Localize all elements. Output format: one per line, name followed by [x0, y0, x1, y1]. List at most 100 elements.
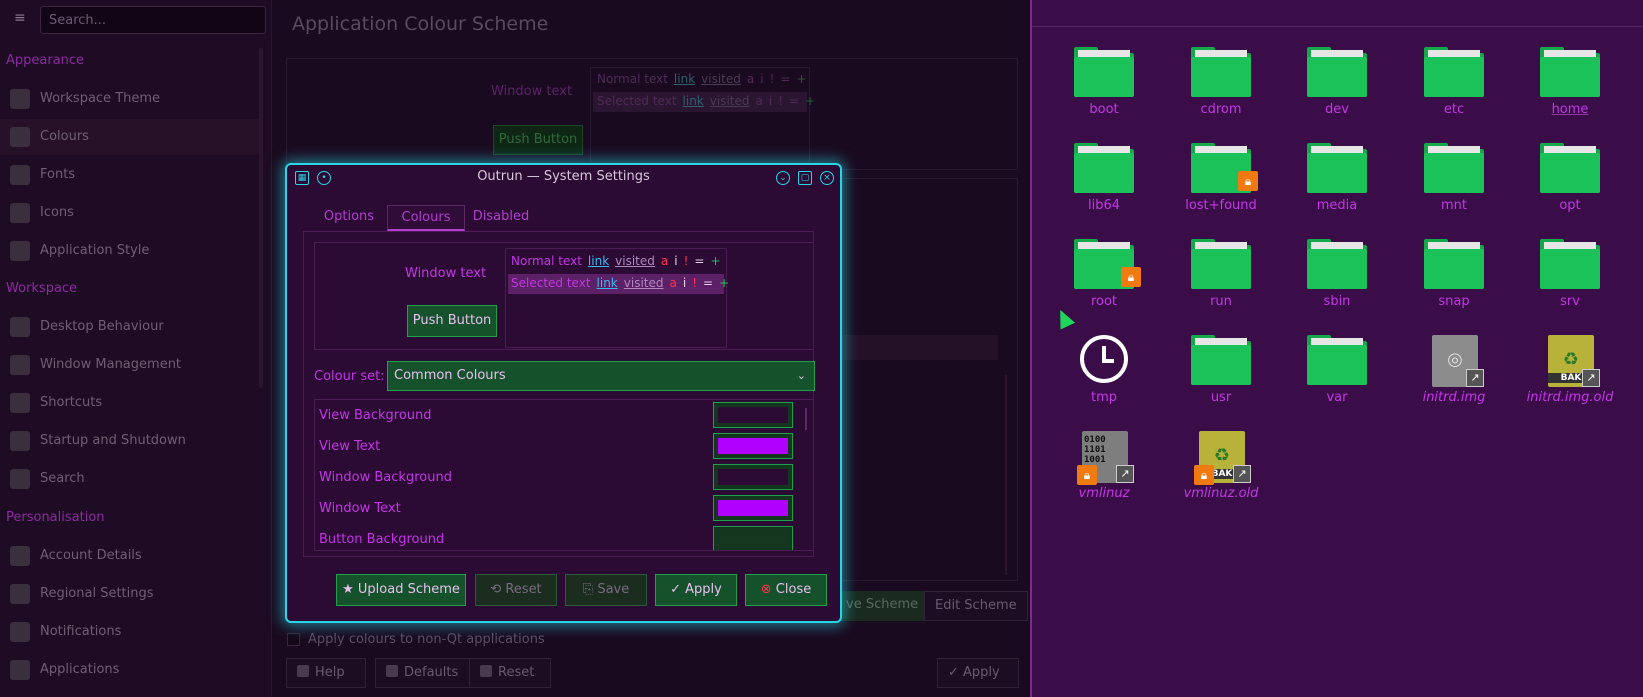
file-item-vmlinuz[interactable]: 0100 1101 1001 🔒︎ ↗ vmlinuz [1049, 427, 1159, 519]
file-item-usr[interactable]: usr [1166, 331, 1276, 423]
sidebar-item-fonts[interactable]: Fonts [0, 157, 262, 193]
file-item-tmp[interactable]: tmp [1049, 331, 1159, 423]
folder-icon [1307, 239, 1367, 289]
apply-button[interactable]: ✓ Apply [937, 658, 1019, 688]
file-item-snap[interactable]: snap [1399, 235, 1509, 327]
help-icon [297, 665, 309, 677]
apply-button[interactable]: ✓ Apply [655, 574, 737, 606]
file-item-lost-found[interactable]: 🔒︎ lost+found [1166, 139, 1276, 231]
folder-icon [1191, 47, 1251, 97]
sidebar-item-label: Workspace Theme [40, 91, 161, 106]
file-item-dev[interactable]: dev [1282, 43, 1392, 135]
sidebar-item-startup-and-shutdown[interactable]: Startup and Shutdown [0, 423, 262, 459]
file-item-media[interactable]: media [1282, 139, 1392, 231]
colour-set-dropdown[interactable]: Common Colours ⌄ [387, 361, 815, 391]
colour-list-scrollbar[interactable] [805, 408, 807, 430]
workspace-theme-icon [10, 89, 30, 109]
sidebar-item-application-style[interactable]: Application Style [0, 233, 262, 269]
file-item-var[interactable]: var [1282, 331, 1392, 423]
shortcuts-icon [10, 393, 30, 413]
sidebar-item-label: Regional Settings [40, 586, 154, 601]
file-item-srv[interactable]: srv [1515, 235, 1625, 327]
sidebar-item-regional-settings[interactable]: Regional Settings [0, 576, 262, 612]
file-item-label: run [1210, 294, 1232, 309]
sidebar-item-workspace-theme[interactable]: Workspace Theme [0, 81, 262, 117]
sidebar-scrollbar[interactable] [259, 48, 263, 388]
file-item-label: vmlinuz.old [1183, 486, 1259, 501]
apply-non-qt-checkbox[interactable] [287, 633, 300, 646]
reset-button[interactable]: ⟲ Reset [475, 574, 557, 606]
minimize-icon[interactable]: ⌄ [776, 171, 790, 185]
sidebar-item-search[interactable]: Search [0, 461, 262, 497]
file-item-boot[interactable]: boot [1049, 43, 1159, 135]
close-icon[interactable]: × [820, 171, 834, 185]
colour-swatch-button[interactable] [713, 433, 793, 459]
close-circle-icon: ⊗ [760, 582, 776, 597]
file-item-home[interactable]: home [1515, 43, 1625, 135]
push-button-preview[interactable]: Push Button [407, 305, 497, 337]
colour-swatch-button[interactable] [713, 526, 793, 550]
star-icon: ★ [342, 582, 358, 597]
sidebar-item-icons[interactable]: Icons [0, 195, 262, 231]
reset-icon [480, 665, 492, 677]
file-item-label: snap [1438, 294, 1470, 309]
file-item-sbin[interactable]: sbin [1282, 235, 1392, 327]
lock-icon: 🔒︎ [1077, 465, 1097, 485]
sidebar-item-notifications[interactable]: Notifications [0, 614, 262, 650]
edit-scheme-button[interactable]: Edit Scheme [924, 591, 1028, 621]
sidebar-item-shortcuts[interactable]: Shortcuts [0, 385, 262, 421]
file-item-opt[interactable]: opt [1515, 139, 1625, 231]
normal-text-row: Normal text link visited a i! = + [511, 254, 721, 268]
colour-swatch-button[interactable] [713, 464, 793, 490]
help-button[interactable]: Help [286, 658, 366, 688]
maximize-icon[interactable]: ▢ [798, 171, 812, 185]
globe-icon [10, 584, 30, 604]
sidebar-item-label: Applications [40, 662, 120, 677]
menu-icon[interactable]: ≡ [14, 11, 28, 25]
file-item-initrd-img[interactable]: ◎ ↗ initrd.img [1399, 331, 1509, 423]
colour-row: View Background [315, 400, 795, 431]
file-item-run[interactable]: run [1166, 235, 1276, 327]
file-item-label: boot [1089, 102, 1119, 117]
file-item-vmlinuz-old[interactable]: ♻ BAK 🔒︎ ↗ vmlinuz.old [1166, 427, 1276, 519]
search-input[interactable]: Search... [40, 6, 266, 34]
sidebar-item-applications[interactable]: Applications [0, 652, 262, 688]
fonts-icon [10, 165, 30, 185]
file-item-cdrom[interactable]: cdrom [1166, 43, 1276, 135]
file-item-etc[interactable]: etc [1399, 43, 1509, 135]
upload-scheme-button[interactable]: ★ Upload Scheme [336, 574, 466, 606]
colour-row: View Text [315, 431, 795, 462]
tab-colours[interactable]: Colours [387, 205, 465, 231]
sidebar-item-account-details[interactable]: Account Details [0, 538, 262, 574]
sidebar-item-label: Desktop Behaviour [40, 319, 164, 334]
sidebar-item-label: Application Style [40, 243, 150, 258]
tab-disabled[interactable]: Disabled [467, 205, 535, 231]
colour-swatch-button[interactable] [713, 495, 793, 521]
file-item-label: opt [1559, 198, 1581, 213]
defaults-button[interactable]: Defaults [375, 658, 470, 688]
list-scrollbar[interactable] [1005, 375, 1007, 575]
desktop: ≡ Search... Appearance Workspace Theme C… [0, 0, 1643, 697]
close-button[interactable]: ⊗ Close [745, 574, 827, 606]
file-item-lib64[interactable]: lib64 [1049, 139, 1159, 231]
folder-icon [1074, 47, 1134, 97]
push-button-preview[interactable]: Push Button [493, 125, 583, 155]
reset-button[interactable]: Reset [469, 658, 551, 688]
tab-options[interactable]: Options [315, 205, 383, 231]
file-manager: boot cdrom dev etc home lib64 🔒︎ lost+found medi… [1032, 0, 1643, 697]
file-item-label: media [1316, 198, 1358, 213]
save-button[interactable]: ⎘ Save [565, 574, 647, 606]
account-icon [10, 546, 30, 566]
save-scheme-button[interactable]: ve Scheme [836, 591, 929, 621]
clock-icon [1080, 335, 1128, 383]
file-item-mnt[interactable]: mnt [1399, 139, 1509, 231]
lock-icon: 🔒︎ [1238, 171, 1258, 191]
file-item-initrd-img-old[interactable]: ♻ BAK ↗ initrd.img.old [1515, 331, 1625, 423]
sidebar-item-desktop-behaviour[interactable]: Desktop Behaviour [0, 309, 262, 345]
sidebar-item-colours[interactable]: Colours [0, 119, 262, 155]
file-item-label: mnt [1441, 198, 1467, 213]
check-icon: ✓ [670, 582, 686, 597]
symlink-icon: ↗ [1582, 369, 1600, 387]
sidebar-item-window-management[interactable]: Window Management [0, 347, 262, 383]
colour-swatch-button[interactable] [713, 402, 793, 428]
